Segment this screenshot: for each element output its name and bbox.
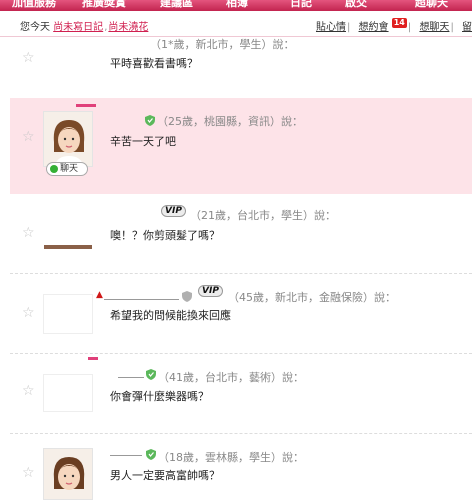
post-message: 男人一定要高富帥嗎？	[110, 469, 220, 482]
chat-link[interactable]: 想聊天	[419, 22, 449, 33]
post-meta: （45歲，新北市，金融保險）說：	[228, 291, 396, 304]
mood-link[interactable]: 貼心情	[316, 22, 346, 33]
post-divider	[10, 273, 472, 274]
nav-item-suggestions[interactable]: 建議區	[160, 0, 193, 10]
post-divider	[10, 433, 472, 434]
star-outline-icon[interactable]: ☆	[22, 129, 35, 145]
username-underline[interactable]	[118, 377, 144, 378]
nav-item-value-added[interactable]: 加值服務	[12, 0, 56, 10]
star-outline-icon[interactable]: ☆	[22, 465, 35, 481]
post-message: 你會彈什麼樂器嗎？	[110, 390, 209, 403]
more-link[interactable]: 留	[462, 22, 472, 33]
username-underline[interactable]	[110, 455, 142, 456]
flower-link[interactable]: 尚未澆花	[108, 22, 148, 33]
post-meta: （41歲，台北市，藝術）說：	[158, 371, 304, 384]
post-message: 噢！？你剪頭髮了嗎？	[110, 229, 220, 242]
post-meta-text: （25歲，桃園縣，資訊）說：	[157, 115, 303, 128]
vip-badge: VIP	[198, 285, 223, 297]
nav-item-promotion[interactable]: 推廣獎賞	[82, 0, 126, 10]
status-bar: 您今天 尚未寫日記,尚未澆花 貼心情| 想約會 14 | 想聊天| 留	[0, 11, 472, 37]
post-message: 辛苦一天了吧	[110, 135, 176, 148]
date-count-badge: 14	[391, 18, 407, 28]
pink-tab-marker	[76, 104, 96, 107]
diary-link[interactable]: 尚未寫日記	[53, 22, 103, 33]
post-divider	[10, 353, 472, 354]
chat-button-label: 聊天	[60, 164, 79, 174]
nav-item-chat[interactable]: 超聊天	[415, 0, 448, 10]
avatar[interactable]	[43, 111, 93, 167]
chat-button[interactable]: 聊天	[46, 162, 88, 176]
name-marker: ▲	[96, 290, 103, 300]
avatar[interactable]	[43, 294, 93, 334]
verified-shield-icon	[146, 449, 156, 460]
today-status: 您今天 尚未寫日記,尚未澆花	[20, 22, 149, 33]
star-outline-icon[interactable]: ☆	[22, 50, 35, 66]
verified-shield-icon	[145, 115, 155, 126]
today-prefix: 您今天	[20, 22, 50, 33]
nav-item-albums[interactable]: 相簿	[226, 0, 248, 10]
avatar[interactable]	[43, 374, 93, 412]
verified-shield-icon	[146, 369, 156, 380]
post-meta: （21歲，台北市，學生）說：	[190, 209, 336, 222]
top-nav-bar: 加值服務 推廣獎賞 建議區 相簿 日記 啟交 超聊天	[0, 0, 472, 11]
vip-badge: VIP	[161, 205, 186, 217]
nav-item-social[interactable]: 啟交	[345, 0, 367, 10]
avatar[interactable]	[43, 448, 93, 500]
post-message: 希望我的問候能換來回應	[110, 309, 231, 322]
pink-tab-marker	[88, 357, 98, 360]
online-dot-icon	[50, 165, 58, 173]
star-outline-icon[interactable]: ☆	[22, 383, 35, 399]
verified-shield-icon	[182, 291, 192, 302]
post-meta: （18歲，雲林縣，學生）說：	[158, 451, 304, 464]
username-underline[interactable]	[104, 299, 179, 300]
post-meta: （25歲，桃園縣，資訊）說：	[145, 113, 303, 129]
post-meta: （1*歲，新北市，學生）說：	[150, 38, 295, 51]
nav-item-diary[interactable]: 日記	[290, 0, 312, 10]
star-outline-icon[interactable]: ☆	[22, 225, 35, 241]
avatar-partial[interactable]	[44, 245, 92, 249]
star-outline-icon[interactable]: ☆	[22, 305, 35, 321]
quick-links: 貼心情| 想約會 14 | 想聊天| 留	[315, 18, 472, 33]
date-link[interactable]: 想約會	[359, 22, 389, 33]
post-message: 平時喜歡看書嗎？	[110, 57, 198, 70]
